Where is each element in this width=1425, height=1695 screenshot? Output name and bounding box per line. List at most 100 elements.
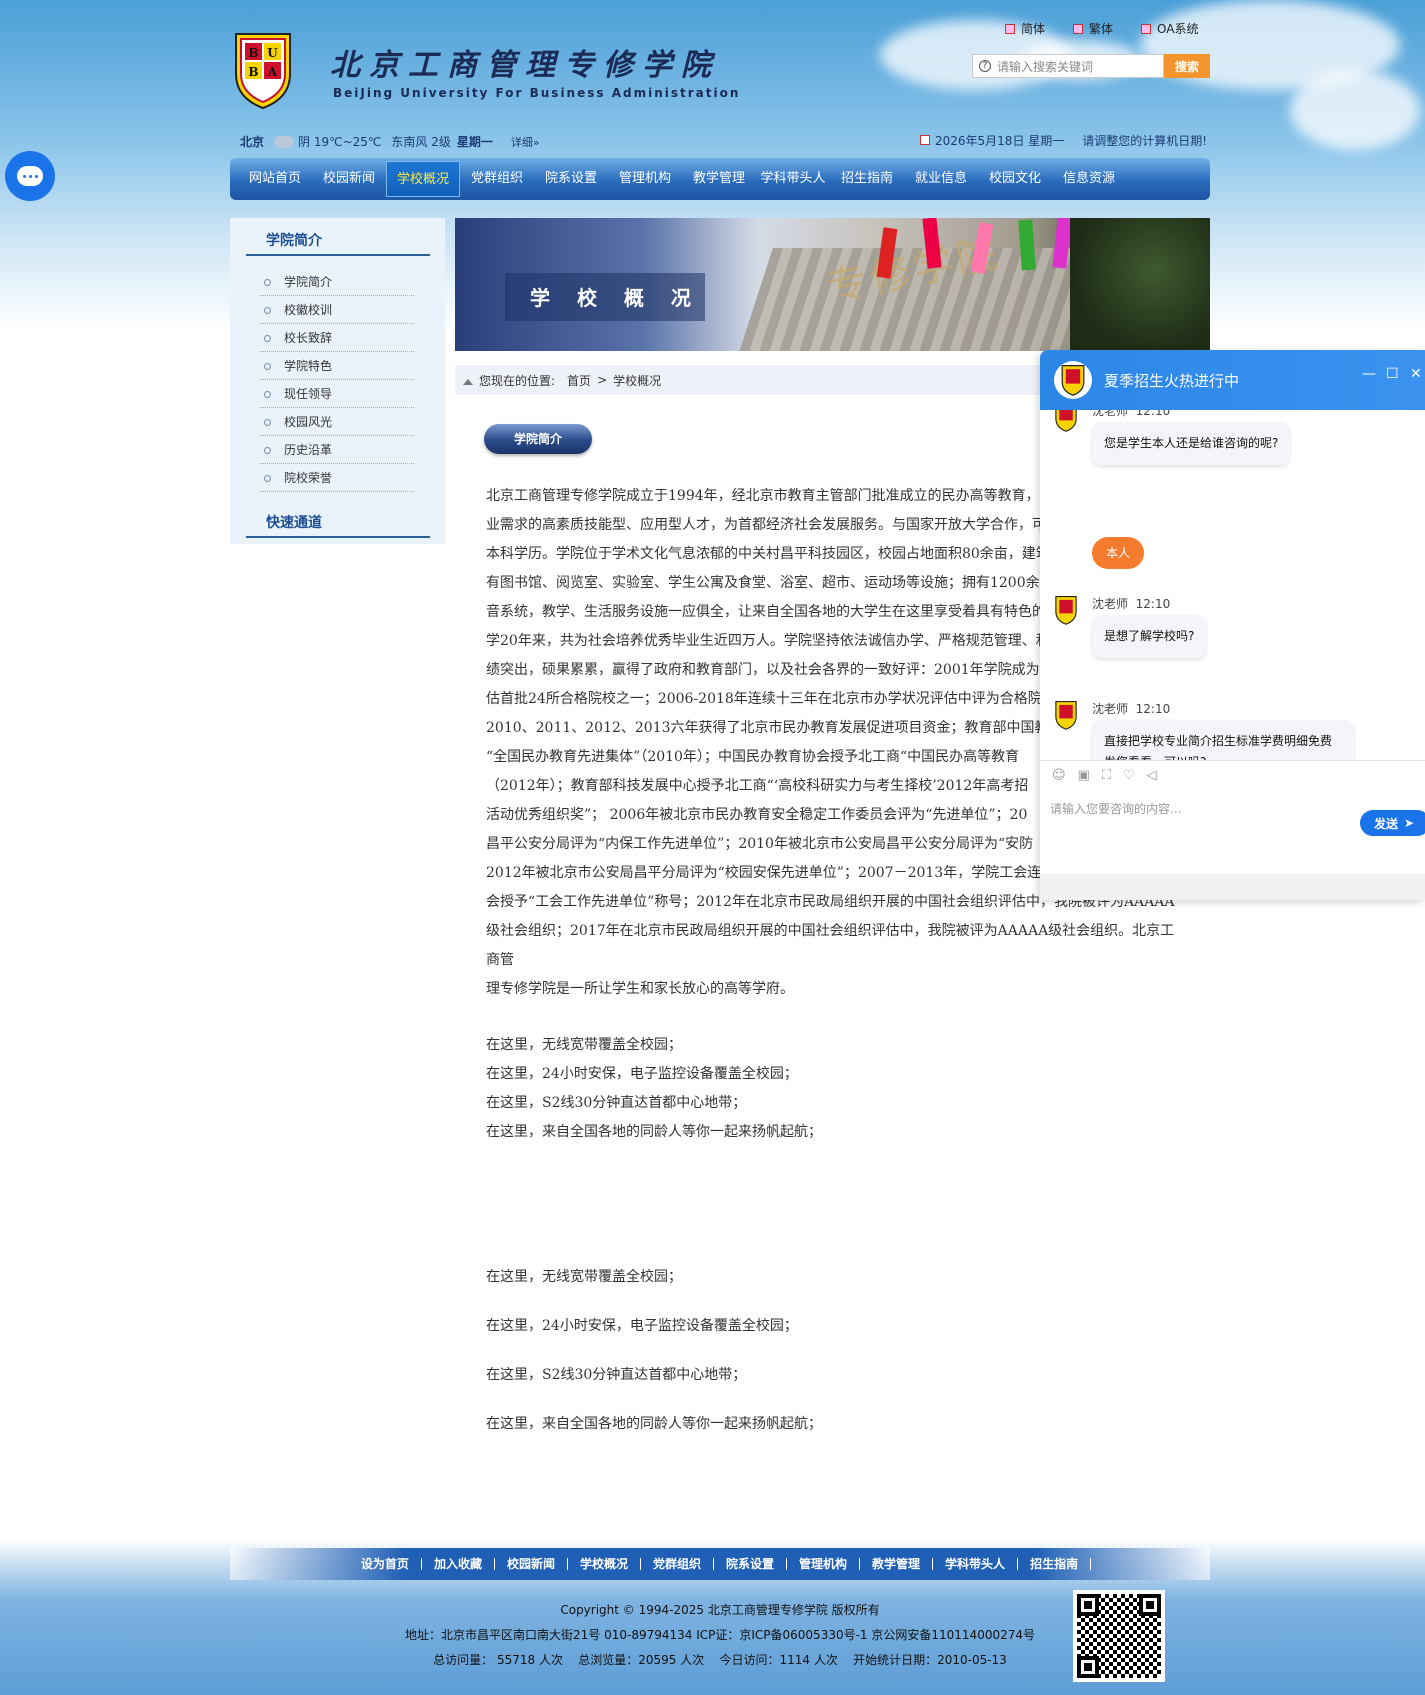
feature-item: 在这里，24小时安保，电子监控设备覆盖全校园； <box>486 1066 798 1082</box>
lang-simplified-link[interactable]: 简体 <box>1005 20 1045 37</box>
qr-code <box>1073 1590 1165 1682</box>
tree-image <box>1070 218 1210 351</box>
logo-letter: B <box>248 46 258 60</box>
site-search: ? 请输入搜索关键词 搜索 <box>972 54 1210 78</box>
breadcrumb-current: 学校概况 <box>613 373 662 388</box>
flag-image <box>1018 219 1036 271</box>
nav-item-admissions[interactable]: 招生指南 <box>830 161 904 197</box>
footer-link-campus-news[interactable]: 校园新闻 <box>495 1558 568 1570</box>
lang-traditional-link[interactable]: 繁体 <box>1073 20 1113 37</box>
emoji-icon[interactable]: ☺ <box>1052 768 1066 783</box>
breadcrumb-home-link[interactable]: 首页 <box>567 372 591 389</box>
breadcrumb-prefix: 您现在的位置: <box>479 373 556 388</box>
nav-item-school-overview[interactable]: 学校概况 <box>386 161 460 197</box>
chat-panel: 夏季招生火热进行中 — ☐ ✕ 沈老师 12:10 您是学生本人还是给谁咨询的呢… <box>1040 350 1425 900</box>
rating-icon[interactable]: ♡ <box>1123 768 1135 783</box>
section-banner: 专修学院 学 校 概 况 <box>455 218 1210 351</box>
message-bubble: 您是学生本人还是给谁咨询的呢? <box>1092 422 1291 465</box>
chat-launcher-button[interactable] <box>5 151 55 201</box>
nav-item-departments[interactable]: 院系设置 <box>534 161 608 197</box>
chat-messages: 沈老师 12:10 您是学生本人还是给谁咨询的呢? 本人 沈老师 12:10 是… <box>1040 410 1425 760</box>
chat-message-input[interactable]: 请输入您要咨询的内容... <box>1050 800 1181 817</box>
weather-detail-link[interactable]: 详细» <box>511 134 540 150</box>
chat-header: 夏季招生火热进行中 — ☐ ✕ <box>1040 350 1425 410</box>
chat-toolbar: ☺ ▣ ⛶ ♡ ◁ <box>1040 760 1425 790</box>
logo-letter: B <box>248 65 258 79</box>
breadcrumb-separator: > <box>597 373 608 387</box>
address-text: 地址：北京市昌平区南口南大街21号 010-89794134 ICP证：京ICP… <box>405 1628 1035 1642</box>
footer-link-set-home[interactable]: 设为首页 <box>349 1558 422 1570</box>
sidebar-item-leaders[interactable]: 现任领导 <box>260 380 414 408</box>
date-notice: 请调整您的计算机日期! <box>1082 134 1208 148</box>
nav-item-teaching[interactable]: 教学管理 <box>682 161 756 197</box>
nav-item-party[interactable]: 党群组织 <box>460 161 534 197</box>
feature-item: 在这里，S2线30分钟直达首都中心地带； <box>486 1095 747 1111</box>
maximize-icon[interactable]: ☐ <box>1386 366 1399 382</box>
footer-link-party[interactable]: 党群组织 <box>641 1558 714 1570</box>
search-button[interactable]: 搜索 <box>1164 54 1210 78</box>
nav-item-home[interactable]: 网站首页 <box>238 161 312 197</box>
date-bar: 2026年5月18日 星期一 请调整您的计算机日期! <box>920 132 1207 149</box>
weather-weekday: 星期一 <box>456 135 493 149</box>
sidebar-item-president-speech[interactable]: 校长致辞 <box>260 324 414 352</box>
flag-icon <box>1141 23 1152 34</box>
sidebar-item-history[interactable]: 历史沿革 <box>260 436 414 464</box>
nav-item-admin[interactable]: 管理机构 <box>608 161 682 197</box>
nav-item-resources[interactable]: 信息资源 <box>1052 161 1126 197</box>
footer-link-departments[interactable]: 院系设置 <box>714 1558 788 1570</box>
logo-letter: A <box>267 65 278 79</box>
footer-link-teaching[interactable]: 教学管理 <box>860 1558 934 1570</box>
sky-cloud <box>1290 70 1420 150</box>
footer-info: Copyright © 1994-2025 北京工商管理专修学院 版权所有 地址… <box>380 1598 1060 1673</box>
message-bubble: 直接把学校专业简介招生标准学费明细免费发您看看，可以吗? <box>1092 720 1354 760</box>
footer-nav: 设为首页 加入收藏 校园新闻 学校概况 党群组织 院系设置 管理机构 教学管理 … <box>230 1548 1210 1580</box>
quick-reply-button[interactable]: 本人 <box>1092 537 1145 569</box>
school-name-en: BeiJing University For Business Administ… <box>333 86 741 100</box>
flag-icon <box>1005 23 1015 34</box>
message-bubble: 是想了解学校吗? <box>1092 615 1207 658</box>
sidebar-item-emblem[interactable]: 校徽校训 <box>260 296 414 324</box>
visit-stats: 总访问量： 55718 人次 总浏览量：20595 人次 今日访问：1114 人… <box>433 1653 1007 1667</box>
main-nav: 网站首页 校园新闻 学校概况 党群组织 院系设置 管理机构 教学管理 学科带头人… <box>230 158 1210 200</box>
feature-list-b: 在这里，无线宽带覆盖全校园； 在这里，24小时安保，电子监控设备覆盖全校园； 在… <box>486 1266 822 1462</box>
weather-bar: 北京 阴 19℃~25℃ 东南风 2级 星期一 详细» <box>240 133 540 150</box>
sidebar-item-scenery[interactable]: 校园风光 <box>260 408 414 436</box>
footer-link-admin[interactable]: 管理机构 <box>787 1558 861 1570</box>
school-logo-shield[interactable]: B U B A <box>232 30 294 110</box>
weather-wind: 东南风 2级 <box>391 135 451 149</box>
weather-city: 北京 <box>240 135 265 149</box>
send-button[interactable]: 发送 ➤ <box>1360 810 1425 836</box>
current-date: 2026年5月18日 星期一 <box>920 132 1064 149</box>
minimize-icon[interactable]: — <box>1362 366 1376 382</box>
nav-item-faculty-leaders[interactable]: 学科带头人 <box>756 161 830 197</box>
agent-avatar <box>1055 595 1077 625</box>
footer-link-faculty-leaders[interactable]: 学科带头人 <box>933 1558 1019 1570</box>
weather-condition: 阴 19℃~25℃ <box>298 135 382 149</box>
nav-item-culture[interactable]: 校园文化 <box>978 161 1052 197</box>
footer-link-overview[interactable]: 学校概况 <box>568 1558 641 1570</box>
article-line: 理专修学院是一所让学生和家长放心的高等学府。 <box>486 981 794 997</box>
school-name-cn[interactable]: 北京工商管理专修学院 <box>330 40 720 84</box>
nav-item-employment[interactable]: 就业信息 <box>904 161 978 197</box>
sidebar-item-features[interactable]: 学院特色 <box>260 352 414 380</box>
article-line: 级社会组织；2017年在北京市民政局组织开展的中国社会组织评估中，我院被评为AA… <box>486 923 1175 968</box>
sidebar-item-intro[interactable]: 学院简介 <box>260 268 414 296</box>
send-arrow-icon: ➤ <box>1404 816 1415 830</box>
sidebar-title: 学院简介 <box>246 230 430 256</box>
nav-item-campus-news[interactable]: 校园新闻 <box>312 161 386 197</box>
search-input[interactable]: ? 请输入搜索关键词 <box>972 54 1164 78</box>
sidebar-list: 学院简介 校徽校训 校长致辞 学院特色 现任领导 校园风光 历史沿革 院校荣誉 <box>260 268 414 492</box>
screenshot-icon[interactable]: ⛶ <box>1102 768 1111 783</box>
oa-system-link[interactable]: OA系统 <box>1141 20 1198 37</box>
sound-icon[interactable]: ◁ <box>1147 768 1157 783</box>
message-sender: 沈老师 12:10 <box>1092 597 1171 611</box>
sidebar-item-honors[interactable]: 院校荣誉 <box>260 464 414 492</box>
footer-link-admissions[interactable]: 招生指南 <box>1018 1558 1092 1570</box>
image-icon[interactable]: ▣ <box>1078 768 1090 783</box>
footer-link-bookmark[interactable]: 加入收藏 <box>422 1558 495 1570</box>
school-logo-avatar <box>1054 361 1092 399</box>
cloud-icon <box>274 135 295 148</box>
close-icon[interactable]: ✕ <box>1410 366 1422 382</box>
language-links: 简体 繁体 OA系统 <box>1005 20 1198 37</box>
feature-item: 在这里，来自全国各地的同龄人等你一起来扬帆起航； <box>486 1416 822 1432</box>
